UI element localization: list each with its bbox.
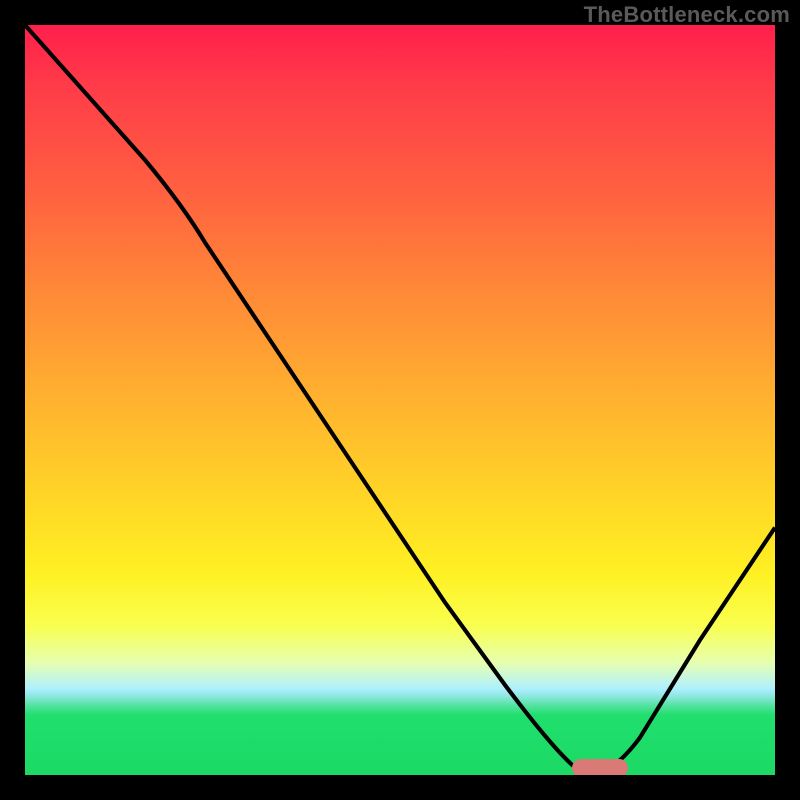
bottleneck-curve [25, 25, 775, 775]
curve-path [25, 25, 775, 770]
watermark-text: TheBottleneck.com [584, 2, 790, 28]
chart-frame: TheBottleneck.com [0, 0, 800, 800]
optimal-marker [572, 759, 628, 776]
plot-area [25, 25, 775, 775]
